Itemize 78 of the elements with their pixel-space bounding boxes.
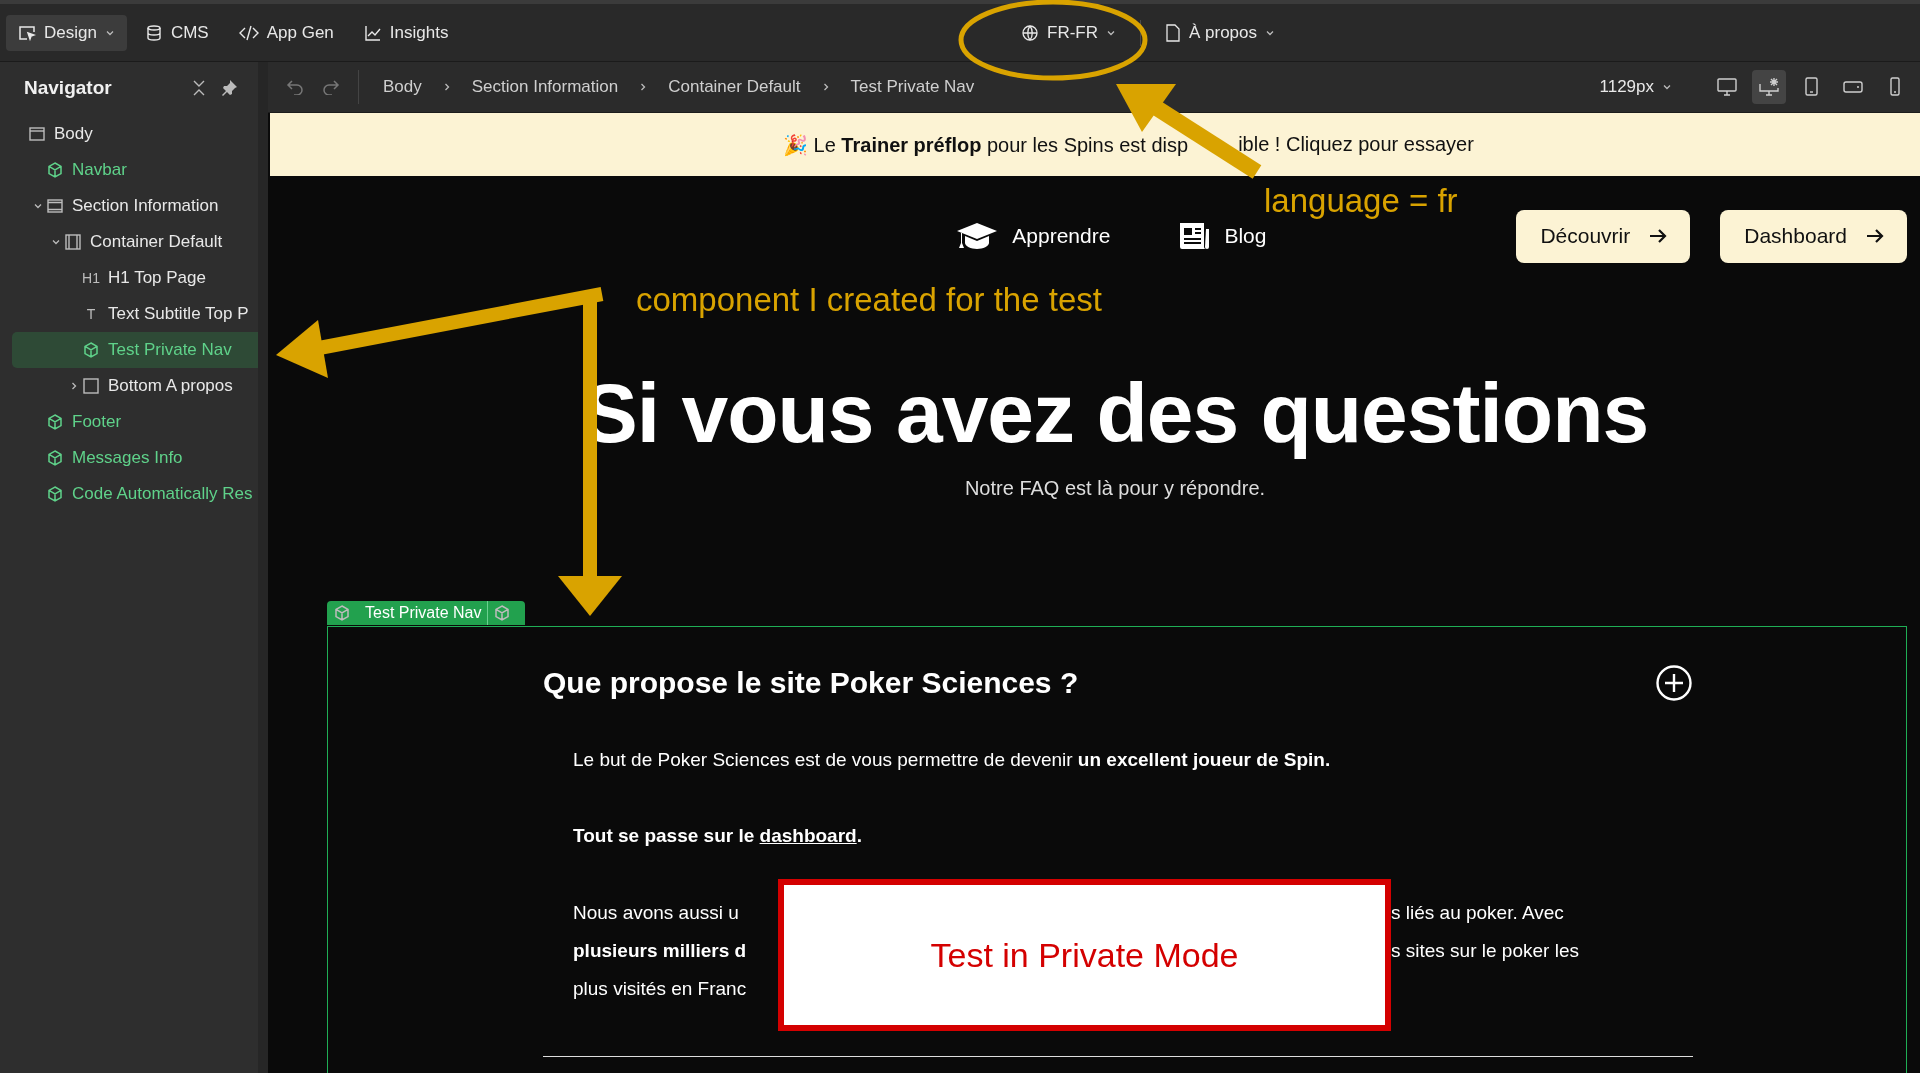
component-icon (46, 449, 64, 467)
desktop-icon (1716, 76, 1738, 98)
globe-icon (1021, 23, 1039, 42)
code-icon (238, 23, 259, 42)
answer-text: plus visités en Franc (573, 977, 748, 1001)
container-icon (64, 233, 82, 251)
navigator-item[interactable]: Section Information (12, 188, 258, 224)
chart-icon (363, 23, 382, 42)
heading-icon: H1 (82, 270, 100, 286)
answer-text: Nous avons aussi u (573, 901, 740, 925)
chevron-icon[interactable] (51, 237, 61, 247)
answer-paragraph: Le but de Poker Sciences est de vous permettre de devenir un excellent joueur de Spin. (573, 748, 1332, 772)
undo-icon[interactable] (286, 79, 304, 95)
page-subtitle: Notre FAQ est là pour y répondre. (963, 476, 1267, 501)
dashboard-link[interactable]: dashboard (759, 825, 857, 846)
pin-icon[interactable] (220, 79, 238, 97)
navigator-item[interactable]: Messages Info (12, 440, 258, 476)
arrow-right-icon (1865, 227, 1885, 245)
faq-question[interactable]: Que propose le site Poker Sciences ? (543, 663, 1079, 703)
collapse-icon[interactable] (192, 80, 206, 96)
navigator-item[interactable]: Bottom A propos (12, 368, 258, 404)
navigator-item[interactable]: Navbar (12, 152, 258, 188)
nav-link[interactable]: Apprendre (956, 221, 1111, 251)
width-dropdown[interactable]: 1129px (1589, 71, 1682, 103)
navigator-title: Navigator (24, 77, 113, 99)
answer-paragraph: Tout se passe sur le dashboard. (573, 824, 863, 848)
cursor-box-icon (18, 23, 36, 42)
body-icon (28, 125, 46, 143)
desktop-base-device-button[interactable] (1752, 70, 1786, 104)
database-icon (144, 23, 163, 42)
chart-menu-button[interactable]: Insights (351, 14, 461, 51)
navigator-item[interactable]: Code Automatically Res (12, 476, 258, 512)
breadcrumb-item[interactable]: Test Private Nav (850, 77, 975, 97)
breadcrumb-item[interactable]: Section Information (471, 77, 619, 97)
arrow-right-icon (1648, 227, 1669, 245)
nav-button[interactable]: Découvrir (1516, 209, 1691, 263)
chevron-icon[interactable] (1662, 82, 1672, 92)
banner-text: ible ! Cliquez pour essayer (1238, 133, 1474, 156)
page-dropdown[interactable]: À propos (1155, 16, 1286, 49)
block-icon (82, 377, 100, 395)
private-mode-note: Test in Private Mode (778, 879, 1391, 1031)
redo-icon[interactable] (322, 79, 340, 95)
desktop-base-icon (1758, 76, 1780, 98)
component-icon (333, 604, 351, 622)
navigator-item[interactable]: H1 H1 Top Page (12, 260, 258, 296)
section-icon (46, 197, 64, 215)
component-icon (46, 413, 64, 431)
breadcrumb-item[interactable]: Container Default (668, 77, 801, 97)
chevron-icon[interactable] (69, 381, 79, 391)
navigator-item[interactable]: Test Private Nav (12, 332, 258, 368)
component-icon (82, 341, 100, 359)
navigator-item[interactable]: Container Default (12, 224, 258, 260)
code-menu-button[interactable]: App Gen (226, 14, 346, 51)
text-icon: T (82, 306, 100, 322)
announcement-banner[interactable]: 🎉 Le Trainer préflop pour les Spins est disp ible ! Cliquez pour essayer (270, 113, 1920, 176)
answer-text: plusieurs milliers d (573, 939, 748, 963)
answer-text: s liés au poker. Avec (1391, 901, 1565, 925)
component-icon (46, 161, 64, 179)
component-icon (46, 485, 64, 503)
nav-button[interactable]: Dashboard (1720, 209, 1907, 263)
breadcrumb-item[interactable]: Body (383, 77, 422, 97)
edit-component-icon (493, 604, 512, 622)
annotation-label: language = fr (1264, 184, 1458, 217)
locale-dropdown[interactable]: FR-FR (1011, 16, 1126, 49)
graduation-cap-icon (956, 221, 999, 251)
design-menu-button[interactable]: Design (6, 14, 127, 51)
newspaper-icon (1178, 221, 1211, 251)
navigator-item[interactable]: Footer (12, 404, 258, 440)
chevron-icon[interactable] (33, 201, 43, 211)
page-icon (1165, 23, 1181, 42)
nav-link[interactable]: Blog (1178, 221, 1267, 251)
answer-text: s sites sur le poker les (1391, 939, 1580, 963)
navigator-item[interactable]: T Text Subtitle Top P (12, 296, 258, 332)
annotation-label: component I created for the test (636, 283, 1102, 316)
navigator-item[interactable]: Body (12, 116, 258, 152)
plus-icon[interactable] (1655, 664, 1693, 702)
banner-text: 🎉 Le Trainer préflop pour les Spins est disp (783, 132, 1189, 157)
cms-menu-button[interactable]: CMS (132, 14, 221, 51)
